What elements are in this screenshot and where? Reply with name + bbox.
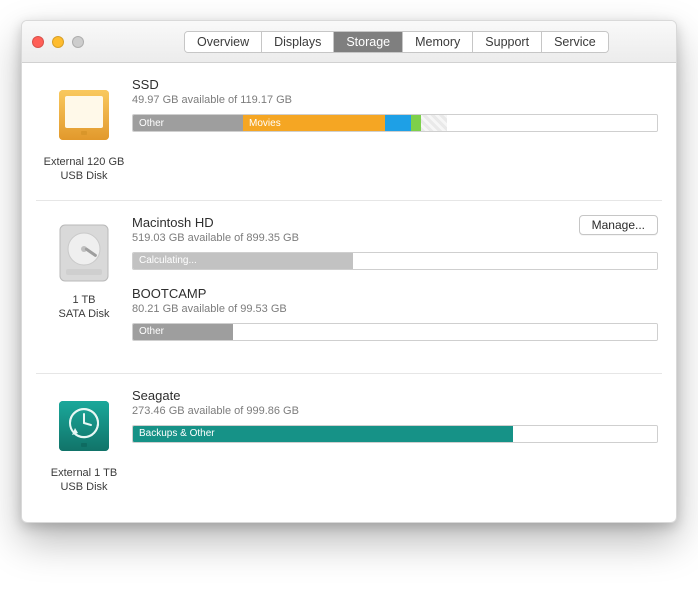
disk-caption: 1 TB SATA Disk [36,293,132,322]
volumes: Seagate 273.46 GB available of 999.86 GB… [132,388,662,495]
tab-bar: Overview Displays Storage Memory Support… [184,31,609,53]
tab-overview[interactable]: Overview [185,32,262,52]
storage-bar: Calculating... [132,252,658,270]
segment-calculating: Calculating... [133,253,353,269]
volume-available: 80.21 GB available of 99.53 GB [132,303,287,315]
storage-bar: Other Movies [132,114,658,132]
disk-caption: External 120 GB USB Disk [36,155,132,184]
segment-free [233,324,657,340]
segment-backups-other: Backups & Other [133,426,513,442]
tab-service[interactable]: Service [542,32,608,52]
segment-other: Other [133,115,243,131]
tab-label: Displays [274,35,321,49]
storage-content: External 120 GB USB Disk SSD 49.97 GB av… [22,63,676,522]
segment-free [353,253,657,269]
tab-support[interactable]: Support [473,32,542,52]
storage-bar: Backups & Other [132,425,658,443]
volume-name: SSD [132,77,292,92]
tab-label: Service [554,35,596,49]
manage-button[interactable]: Manage... [579,215,658,235]
tab-label: Support [485,35,529,49]
disk-caption-line1: External 1 TB [51,467,117,479]
volume-header: Macintosh HD 519.03 GB available of 899.… [132,215,658,244]
volume-header: SSD 49.97 GB available of 119.17 GB [132,77,658,106]
disk-caption-line1: 1 TB [72,294,95,306]
disk-icon-column: External 1 TB USB Disk [36,388,132,495]
volume-name: Seagate [132,388,299,403]
volumes: SSD 49.97 GB available of 119.17 GB Othe… [132,77,662,184]
tab-label: Overview [197,35,249,49]
disk-caption-line2: USB Disk [60,170,107,182]
tab-memory[interactable]: Memory [403,32,473,52]
segment-free [513,426,657,442]
volume-available: 273.46 GB available of 999.86 GB [132,405,299,417]
volume-name: Macintosh HD [132,215,299,230]
volume-name: BOOTCAMP [132,286,287,301]
volume: Seagate 273.46 GB available of 999.86 GB… [132,388,658,443]
segment-apps [385,115,411,131]
volume: Macintosh HD 519.03 GB available of 899.… [132,215,658,270]
disk-icon-column: 1 TB SATA Disk [36,215,132,357]
disk-group: External 1 TB USB Disk Seagate 273.46 GB… [36,373,662,505]
volume: SSD 49.97 GB available of 119.17 GB Othe… [132,77,658,132]
volumes: Macintosh HD 519.03 GB available of 899.… [132,215,662,357]
volume-header: BOOTCAMP 80.21 GB available of 99.53 GB [132,286,658,315]
segment-free [447,115,657,131]
volume-available: 49.97 GB available of 119.17 GB [132,94,292,106]
segment-other: Other [133,324,233,340]
volume-available: 519.03 GB available of 899.35 GB [132,232,299,244]
disk-caption-line2: SATA Disk [59,308,110,320]
manage-button-label: Manage... [592,218,645,232]
disk-caption-line1: External 120 GB [44,156,125,168]
segment-purgeable [421,115,447,131]
disk-group: External 120 GB USB Disk SSD 49.97 GB av… [36,63,662,194]
tab-storage[interactable]: Storage [334,32,403,52]
volume-header: Seagate 273.46 GB available of 999.86 GB [132,388,658,417]
minimize-button[interactable] [52,36,64,48]
storage-bar: Other [132,323,658,341]
tab-displays[interactable]: Displays [262,32,334,52]
disk-caption-line2: USB Disk [60,481,107,493]
segment-photos [411,115,421,131]
segment-movies: Movies [243,115,384,131]
about-this-mac-window: Overview Displays Storage Memory Support… [21,20,677,523]
maximize-button[interactable] [72,36,84,48]
tab-label: Memory [415,35,460,49]
disk-icon-column: External 120 GB USB Disk [36,77,132,184]
traffic-lights [32,36,84,48]
external-usb-drive-icon [50,81,118,149]
titlebar: Overview Displays Storage Memory Support… [22,21,676,63]
time-machine-drive-icon [50,392,118,460]
tab-label: Storage [346,35,390,49]
internal-sata-drive-icon [50,219,118,287]
close-button[interactable] [32,36,44,48]
disk-group: 1 TB SATA Disk Macintosh HD 519.03 GB av… [36,200,662,367]
volume: BOOTCAMP 80.21 GB available of 99.53 GB … [132,286,658,341]
disk-caption: External 1 TB USB Disk [36,466,132,495]
